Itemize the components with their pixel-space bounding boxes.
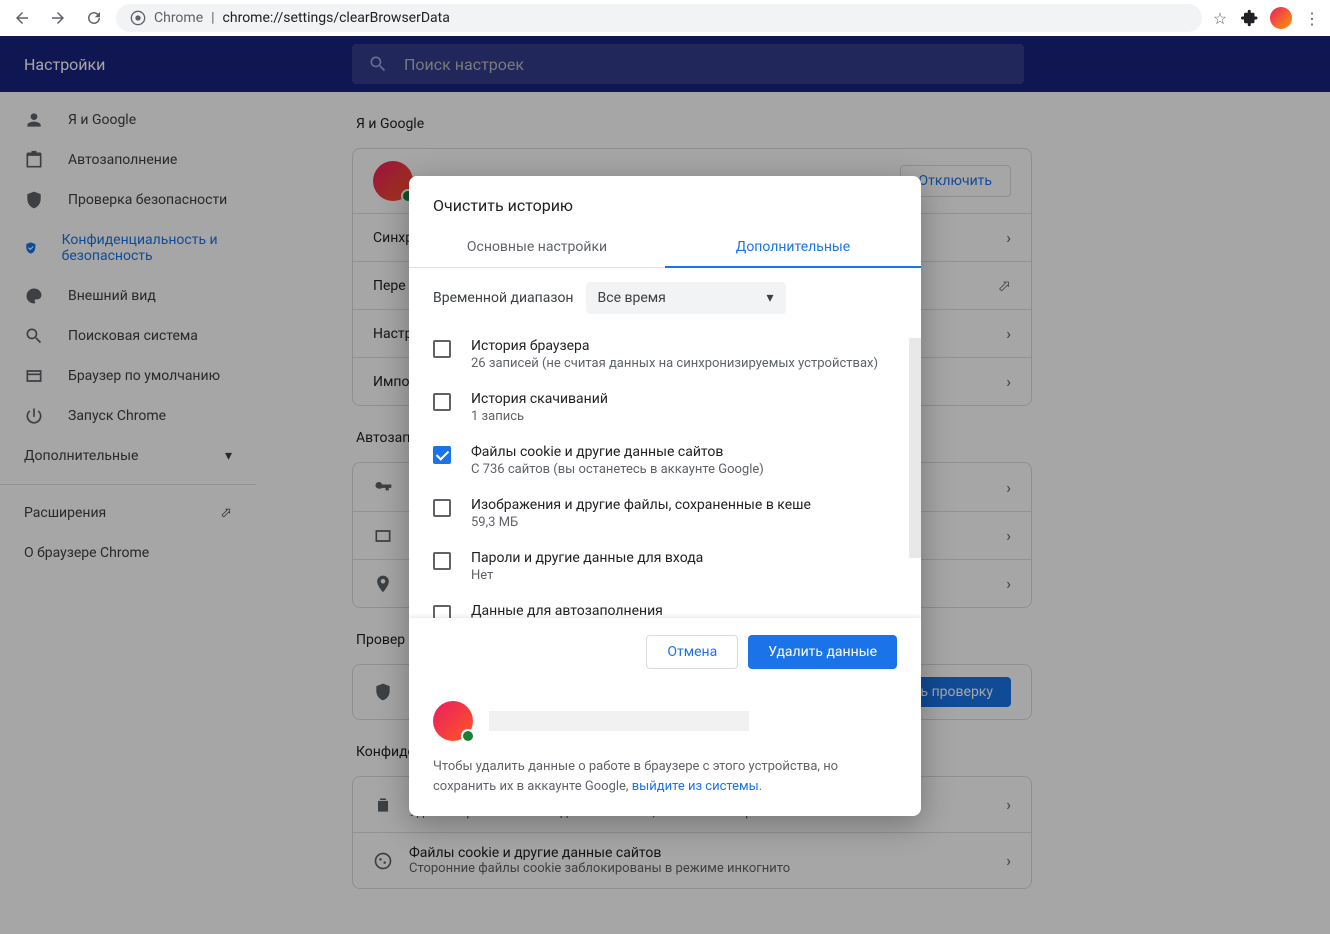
modal-overlay: Очистить историю Основные настройки Допо… bbox=[0, 36, 1330, 934]
chrome-icon bbox=[130, 10, 146, 26]
time-range-row: Временной диапазон Все время ▾ bbox=[409, 268, 921, 328]
back-button[interactable] bbox=[8, 4, 36, 32]
signout-note: Чтобы удалить данные о работе в браузере… bbox=[433, 757, 897, 796]
tab-advanced[interactable]: Дополнительные bbox=[665, 227, 921, 267]
sync-badge-icon bbox=[461, 729, 475, 743]
profile-avatar[interactable] bbox=[1270, 7, 1292, 29]
dialog-body: Временной диапазон Все время ▾ История б… bbox=[409, 268, 921, 618]
signout-link[interactable]: выйдите из системы bbox=[632, 779, 759, 794]
forward-button[interactable] bbox=[44, 4, 72, 32]
toolbar-right: ☆ ⋮ bbox=[1210, 7, 1322, 29]
item-cache[interactable]: Изображения и другие файлы, сохраненные … bbox=[409, 487, 921, 540]
item-autofill[interactable]: Данные для автозаполнения bbox=[409, 593, 921, 618]
checkbox[interactable] bbox=[433, 393, 451, 411]
menu-icon[interactable]: ⋮ bbox=[1302, 8, 1322, 28]
checkbox[interactable] bbox=[433, 446, 451, 464]
item-cookies[interactable]: Файлы cookie и другие данные сайтовС 736… bbox=[409, 434, 921, 487]
cancel-button[interactable]: Отмена bbox=[646, 635, 738, 669]
tab-basic[interactable]: Основные настройки bbox=[409, 227, 665, 267]
dialog-footer: Чтобы удалить данные о работе в браузере… bbox=[409, 685, 921, 816]
url-host: Chrome bbox=[154, 10, 203, 26]
address-bar[interactable]: Chrome | chrome://settings/clearBrowserD… bbox=[116, 4, 1202, 32]
browser-toolbar: Chrome | chrome://settings/clearBrowserD… bbox=[0, 0, 1330, 36]
avatar bbox=[433, 701, 473, 741]
item-passwords[interactable]: Пароли и другие данные для входаНет bbox=[409, 540, 921, 593]
checkbox-list: История браузера26 записей (не считая да… bbox=[409, 328, 921, 618]
time-range-select[interactable]: Все время ▾ bbox=[586, 282, 786, 314]
dialog-actions: Отмена Удалить данные bbox=[409, 618, 921, 685]
reload-button[interactable] bbox=[80, 4, 108, 32]
dropdown-icon: ▾ bbox=[766, 290, 773, 306]
star-icon[interactable]: ☆ bbox=[1210, 8, 1230, 28]
clear-data-dialog: Очистить историю Основные настройки Допо… bbox=[409, 176, 921, 816]
extensions-icon[interactable] bbox=[1240, 8, 1260, 28]
item-history[interactable]: История браузера26 записей (не считая да… bbox=[409, 328, 921, 381]
item-downloads[interactable]: История скачиваний1 запись bbox=[409, 381, 921, 434]
time-label: Временной диапазон bbox=[433, 290, 574, 306]
dialog-title: Очистить историю bbox=[409, 176, 921, 227]
delete-button[interactable]: Удалить данные bbox=[748, 635, 897, 669]
dialog-tabs: Основные настройки Дополнительные bbox=[409, 227, 921, 268]
url-path: chrome://settings/clearBrowserData bbox=[223, 10, 450, 26]
checkbox[interactable] bbox=[433, 499, 451, 517]
checkbox[interactable] bbox=[433, 605, 451, 618]
checkbox[interactable] bbox=[433, 552, 451, 570]
redacted-email bbox=[489, 711, 749, 731]
checkbox[interactable] bbox=[433, 340, 451, 358]
